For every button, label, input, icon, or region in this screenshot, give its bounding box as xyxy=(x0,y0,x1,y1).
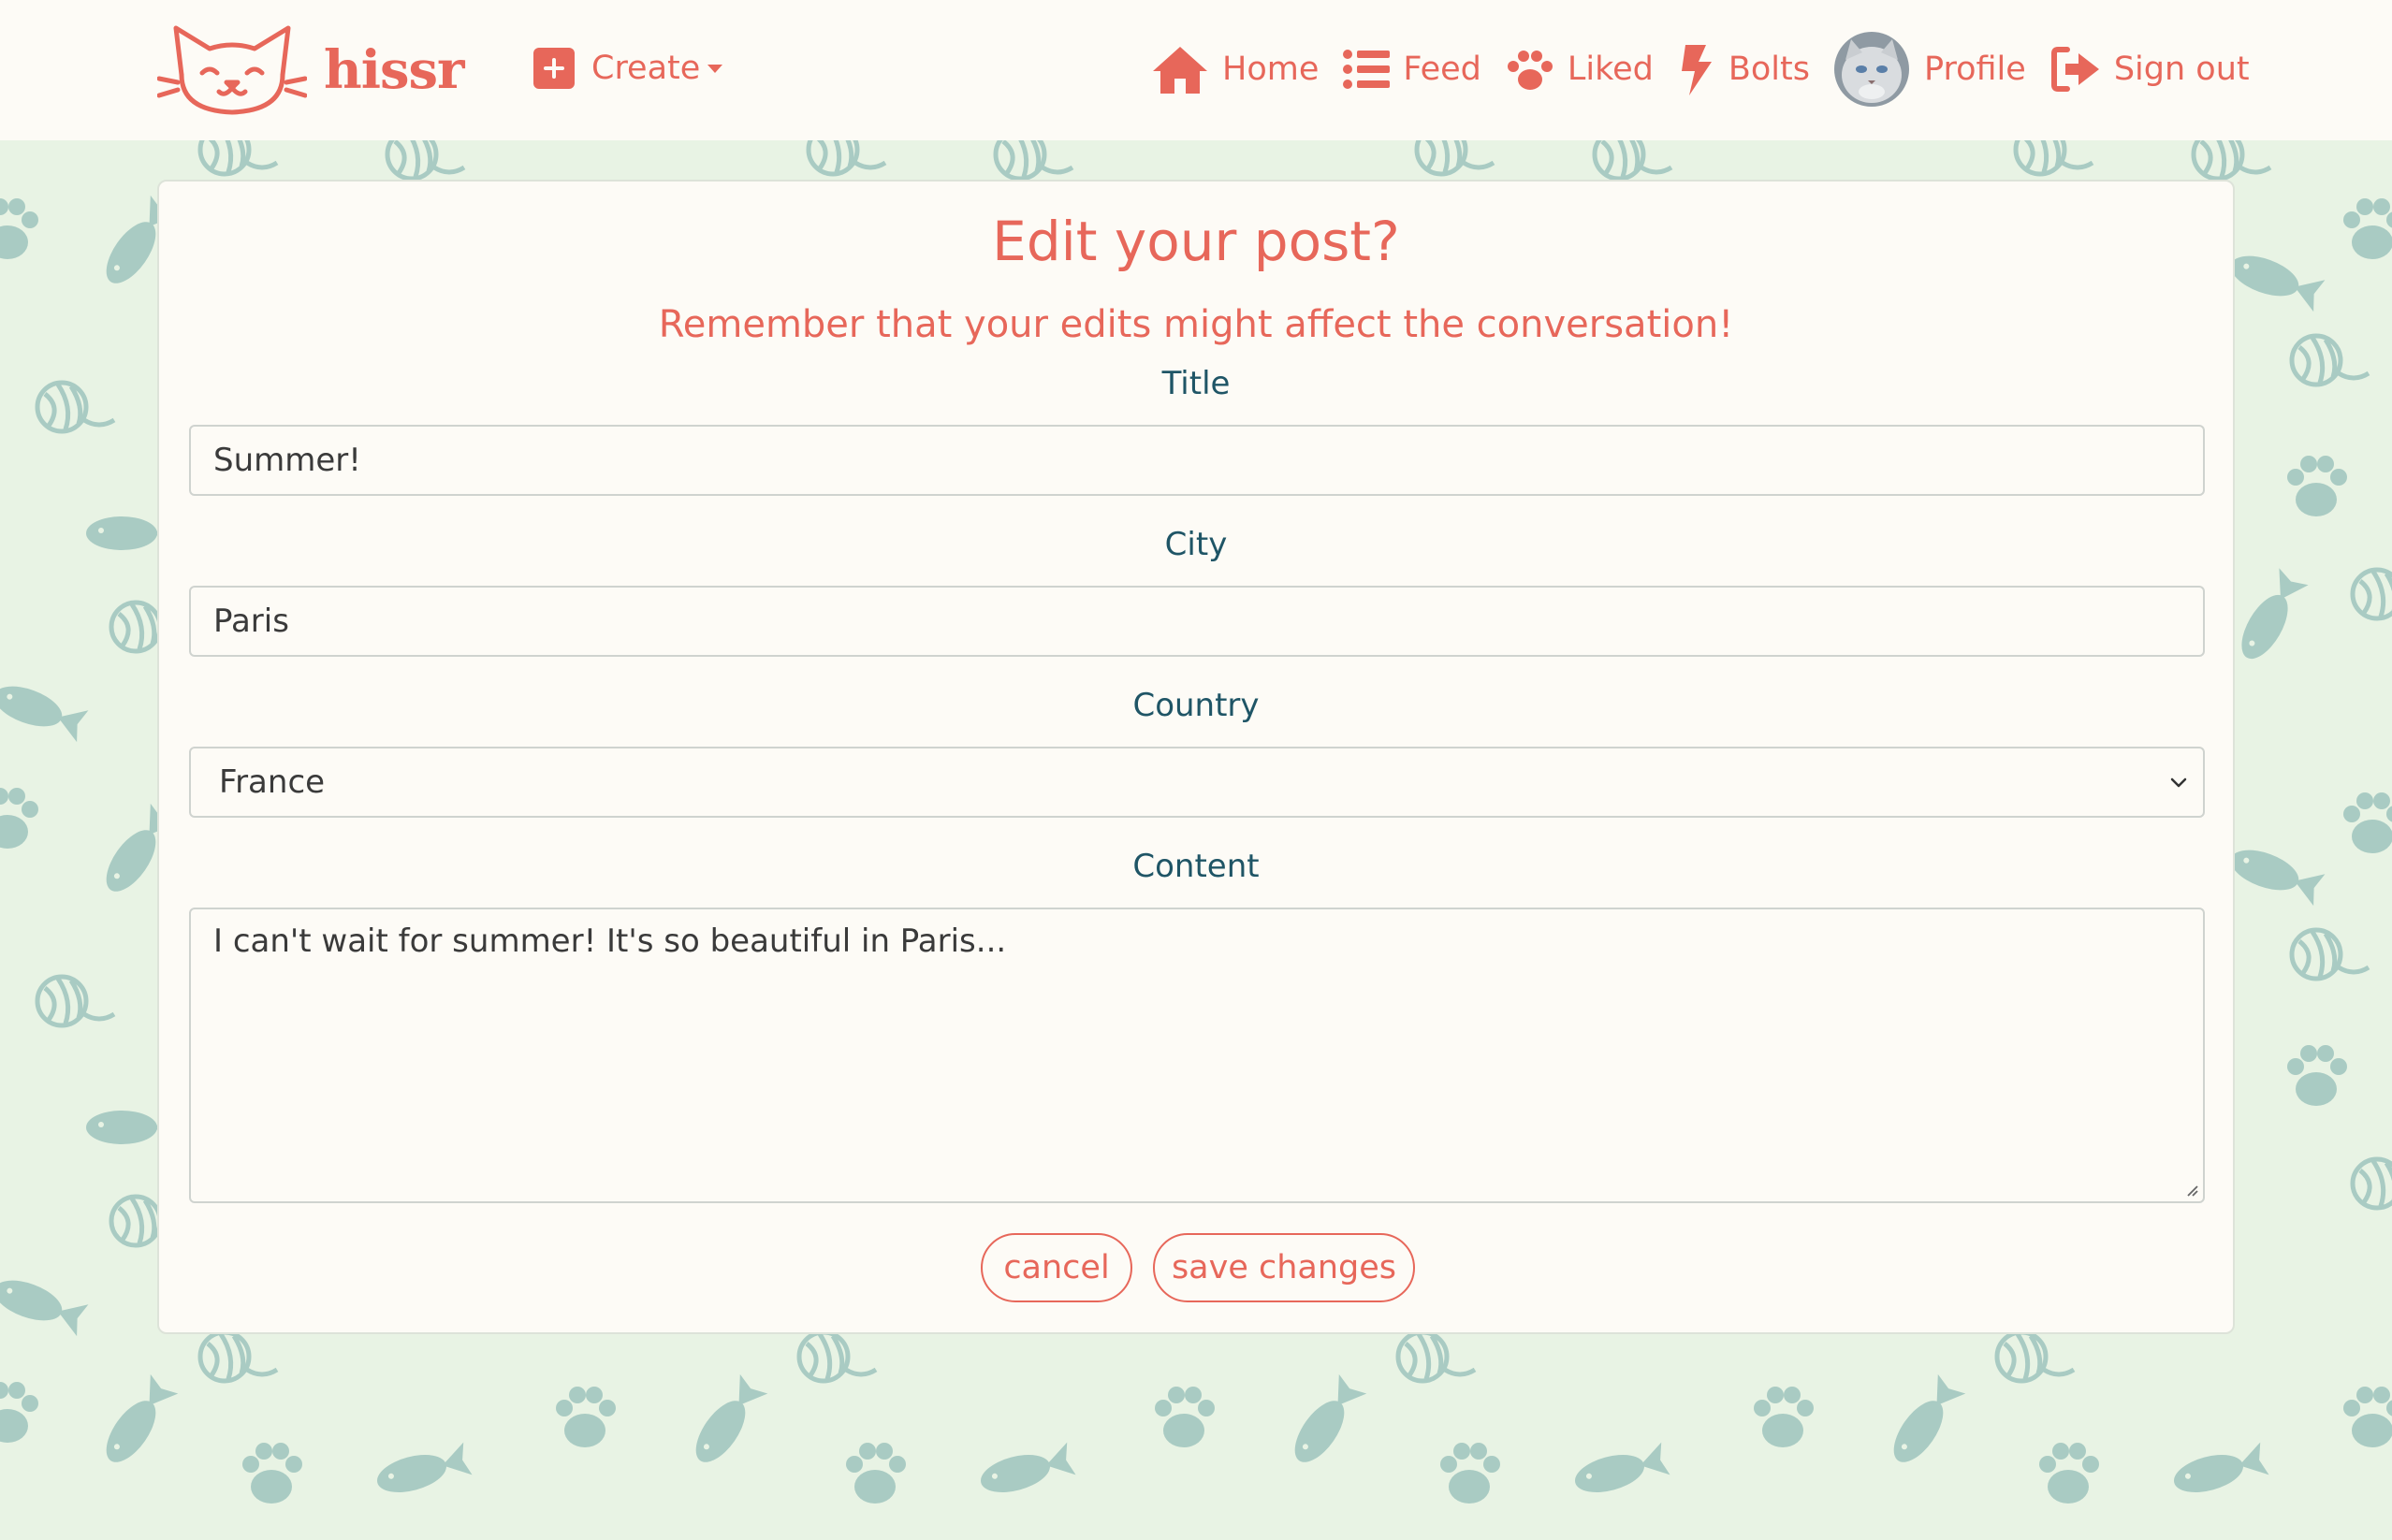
nav-bolts-label: Bolts xyxy=(1728,51,1810,88)
city-input-value: Paris xyxy=(213,603,289,640)
edit-post-card: Edit your post? Remember that your edits… xyxy=(157,180,2235,1334)
page-title: Edit your post? xyxy=(992,210,1400,273)
title-label: Title xyxy=(1161,365,1231,402)
cancel-button[interactable]: cancel xyxy=(981,1233,1132,1302)
nav-bolts[interactable]: Bolts xyxy=(1678,43,1810,95)
nav-home[interactable]: Home xyxy=(1151,45,1319,94)
content-label: Content xyxy=(1132,848,1260,885)
country-select-value: France xyxy=(219,763,326,801)
nav-sign-out[interactable]: Sign out xyxy=(2050,46,2250,93)
brand-logo[interactable]: hissr xyxy=(157,21,465,120)
content-textarea-value: I can't wait for summer! It's so beautif… xyxy=(213,923,1007,960)
plus-square-icon xyxy=(533,48,575,89)
chevron-down-icon xyxy=(2170,777,2187,788)
country-select[interactable]: France xyxy=(189,747,2205,818)
nav-liked-label: Liked xyxy=(1567,51,1654,88)
city-label: City xyxy=(1164,526,1228,563)
nav-links: Home Feed Liked Bolts Profile Sign out xyxy=(1151,26,2274,112)
title-input-value: Summer! xyxy=(213,442,361,479)
nav-profile-label: Profile xyxy=(1923,51,2026,88)
bolt-icon xyxy=(1681,45,1712,95)
nav-sign-out-label: Sign out xyxy=(2113,51,2250,88)
home-icon xyxy=(1153,47,1207,94)
nav-profile[interactable]: Profile xyxy=(1833,32,2026,107)
brand-name: hissr xyxy=(324,39,465,101)
nav-feed[interactable]: Feed xyxy=(1343,49,1481,90)
city-input[interactable]: Paris xyxy=(189,586,2205,657)
avatar xyxy=(1833,32,1909,107)
resize-grip-icon[interactable] xyxy=(2184,1183,2199,1198)
caret-down-icon xyxy=(707,64,723,73)
country-label: Country xyxy=(1132,687,1260,724)
content-textarea[interactable]: I can't wait for summer! It's so beautif… xyxy=(189,908,2205,1203)
create-label: Create xyxy=(591,50,701,87)
nav-feed-label: Feed xyxy=(1403,51,1481,88)
save-changes-button[interactable]: save changes xyxy=(1153,1233,1415,1302)
create-dropdown[interactable]: Create xyxy=(533,45,723,92)
nav-home-label: Home xyxy=(1222,51,1320,88)
nav-liked[interactable]: Liked xyxy=(1506,48,1654,91)
paw-icon xyxy=(1507,51,1553,90)
top-navbar: hissr Create Home Feed Liked Bolts Profi… xyxy=(0,0,2392,140)
list-icon xyxy=(1343,50,1391,89)
title-input[interactable]: Summer! xyxy=(189,425,2205,496)
sign-out-icon xyxy=(2050,47,2099,92)
cat-logo-icon xyxy=(157,25,307,115)
page-subtitle: Remember that your edits might affect th… xyxy=(658,303,1734,346)
